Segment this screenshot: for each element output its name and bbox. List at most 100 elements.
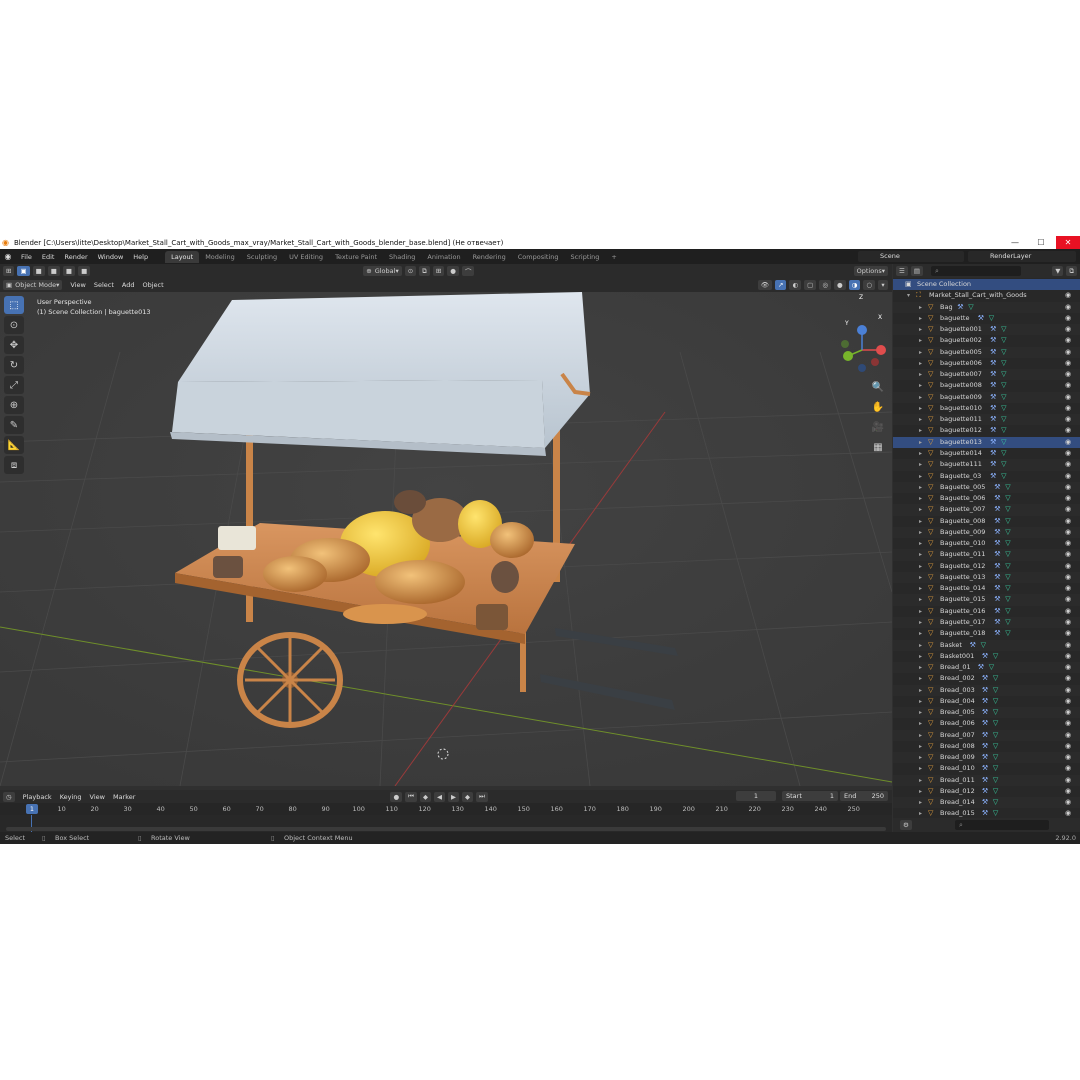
eye-icon[interactable]: ◉ bbox=[1065, 594, 1071, 605]
outliner-item[interactable]: ▸ ▽ Bread_005 ⚒ ▽ ◉ bbox=[893, 707, 1080, 719]
tab-scripting[interactable]: Scripting bbox=[565, 251, 606, 263]
mesh-data-icon[interactable]: ▽ bbox=[1005, 617, 1010, 628]
menu-edit[interactable]: Edit bbox=[37, 253, 60, 261]
expand-arrow-icon[interactable]: ▸ bbox=[919, 763, 922, 774]
camera-view-icon[interactable]: 🎥 bbox=[870, 420, 886, 436]
modifier-icon[interactable]: ⚒ bbox=[990, 425, 996, 436]
modifier-icon[interactable]: ⚒ bbox=[957, 302, 963, 313]
expand-arrow-icon[interactable]: ▸ bbox=[919, 493, 922, 504]
add-cube-tool-icon[interactable]: ⧈ bbox=[4, 456, 24, 474]
jump-start-icon[interactable]: ⏮ bbox=[405, 791, 417, 802]
eye-icon[interactable]: ◉ bbox=[1065, 347, 1071, 358]
modifier-icon[interactable]: ⚒ bbox=[990, 459, 996, 470]
eye-icon[interactable]: ◉ bbox=[1065, 380, 1071, 391]
shading-rendered-icon[interactable]: ○ bbox=[863, 280, 875, 290]
current-frame-marker[interactable]: 1 bbox=[26, 804, 38, 814]
outliner-item[interactable]: ▸ ▽ Bread_014 ⚒ ▽ ◉ bbox=[893, 797, 1080, 809]
expand-arrow-icon[interactable]: ▸ bbox=[919, 640, 922, 651]
expand-arrow-icon[interactable]: ▸ bbox=[919, 538, 922, 549]
eye-icon[interactable]: ◉ bbox=[1065, 662, 1071, 673]
select-box-icon[interactable]: ▣ bbox=[17, 266, 30, 276]
eye-icon[interactable]: ◉ bbox=[1065, 504, 1071, 515]
mesh-data-icon[interactable]: ▽ bbox=[993, 775, 998, 786]
tab-layout[interactable]: Layout bbox=[165, 250, 200, 263]
eye-icon[interactable]: ◉ bbox=[1065, 640, 1071, 651]
eye-icon[interactable]: ◉ bbox=[1065, 786, 1071, 797]
outliner-item[interactable]: ▸ ▽ Bread_002 ⚒ ▽ ◉ bbox=[893, 673, 1080, 684]
outliner-item[interactable]: ▸ ▽ baguette010 ⚒ ▽ ◉ bbox=[893, 403, 1080, 414]
expand-arrow-icon[interactable]: ▸ bbox=[919, 696, 922, 707]
rotate-tool-icon[interactable]: ↻ bbox=[4, 356, 24, 374]
mesh-data-icon[interactable]: ▽ bbox=[1001, 335, 1006, 346]
add-workspace-button[interactable]: + bbox=[605, 251, 622, 263]
outliner-item[interactable]: ▸ ▽ Basket ⚒ ▽ ◉ bbox=[893, 639, 1080, 651]
mesh-data-icon[interactable]: ▽ bbox=[993, 685, 998, 696]
mesh-data-icon[interactable]: ▽ bbox=[1001, 358, 1006, 369]
outliner-item[interactable]: ▸ ▽ Bread_009 ⚒ ▽ ◉ bbox=[893, 752, 1080, 764]
mesh-data-icon[interactable]: ▽ bbox=[1001, 437, 1006, 448]
modifier-icon[interactable]: ⚒ bbox=[990, 448, 996, 459]
eye-icon[interactable]: ◉ bbox=[1065, 313, 1071, 324]
mesh-data-icon[interactable]: ▽ bbox=[993, 797, 998, 808]
mesh-data-icon[interactable]: ▽ bbox=[1005, 504, 1010, 515]
menu-help[interactable]: Help bbox=[128, 253, 153, 261]
shading-solid-icon[interactable]: ● bbox=[833, 280, 846, 290]
modifier-icon[interactable]: ⚒ bbox=[994, 504, 1000, 515]
modifier-icon[interactable]: ⚒ bbox=[994, 628, 1000, 639]
expand-arrow-icon[interactable]: ▸ bbox=[919, 673, 922, 684]
eye-icon[interactable]: ◉ bbox=[1065, 459, 1071, 470]
tab-shading[interactable]: Shading bbox=[383, 251, 421, 263]
outliner-item[interactable]: ▸ ▽ Baguette_018 ⚒ ▽ ◉ bbox=[893, 628, 1080, 639]
proportional-falloff-icon[interactable]: ⌒ bbox=[461, 266, 475, 276]
expand-arrow-icon[interactable]: ▸ bbox=[919, 662, 922, 673]
mesh-data-icon[interactable]: ▽ bbox=[1001, 425, 1006, 436]
timeline-editor-icon[interactable]: ◷ bbox=[3, 791, 15, 802]
expand-arrow-icon[interactable]: ▸ bbox=[919, 617, 922, 628]
outliner-item[interactable]: ▸ ▽ baguette002 ⚒ ▽ ◉ bbox=[893, 335, 1080, 346]
expand-arrow-icon[interactable]: ▸ bbox=[919, 606, 922, 617]
select-tool-icon[interactable]: ⬚ bbox=[4, 296, 24, 314]
eye-icon[interactable]: ◉ bbox=[1065, 437, 1071, 448]
mesh-data-icon[interactable]: ▽ bbox=[1001, 459, 1006, 470]
snap-icon[interactable]: ⧉ bbox=[419, 266, 430, 276]
mesh-data-icon[interactable]: ▽ bbox=[1001, 448, 1006, 459]
tab-animation[interactable]: Animation bbox=[421, 251, 466, 263]
mesh-data-icon[interactable]: ▽ bbox=[1001, 380, 1006, 391]
modifier-icon[interactable]: ⚒ bbox=[994, 617, 1000, 628]
outliner-item[interactable]: ▸ ▽ Bread_01 ⚒ ▽ ◉ bbox=[893, 662, 1080, 674]
expand-arrow-icon[interactable]: ▸ bbox=[919, 741, 922, 752]
mesh-data-icon[interactable]: ▽ bbox=[993, 651, 998, 662]
modifier-icon[interactable]: ⚒ bbox=[994, 561, 1000, 572]
eye-icon[interactable]: ◉ bbox=[1065, 290, 1071, 301]
expand-arrow-icon[interactable]: ▸ bbox=[919, 516, 922, 527]
outliner-item[interactable]: ▸ ▽ Baguette_010 ⚒ ▽ ◉ bbox=[893, 538, 1080, 549]
expand-arrow-icon[interactable]: ▾ bbox=[907, 290, 910, 301]
outliner-item[interactable]: ▸ ▽ baguette009 ⚒ ▽ ◉ bbox=[893, 391, 1080, 403]
pan-hand-icon[interactable]: ✋ bbox=[870, 400, 886, 416]
outliner-item[interactable]: ▸ ▽ baguette011 ⚒ ▽ ◉ bbox=[893, 414, 1080, 426]
outliner-item[interactable]: ▸ ▽ Baguette_013 ⚒ ▽ ◉ bbox=[893, 571, 1080, 584]
outliner-item[interactable]: ▸ ▽ baguette111 ⚒ ▽ ◉ bbox=[893, 459, 1080, 471]
eye-icon[interactable]: ◉ bbox=[1065, 696, 1071, 707]
outliner-item[interactable]: ▸ ▽ Bread_003 ⚒ ▽ ◉ bbox=[893, 684, 1080, 696]
blender-menu-icon[interactable]: ◉ bbox=[0, 252, 16, 261]
mesh-data-icon[interactable]: ▽ bbox=[1005, 538, 1010, 549]
mesh-data-icon[interactable]: ▽ bbox=[989, 662, 994, 673]
modifier-icon[interactable]: ⚒ bbox=[982, 696, 988, 707]
modifier-icon[interactable]: ⚒ bbox=[990, 358, 996, 369]
outliner-item[interactable]: ▸ ▽ baguette006 ⚒ ▽ ◉ bbox=[893, 358, 1080, 369]
select-mode-subtract-icon[interactable]: ■ bbox=[62, 266, 76, 276]
modifier-icon[interactable]: ⚒ bbox=[982, 797, 988, 808]
modifier-icon[interactable]: ⚒ bbox=[994, 516, 1000, 527]
mesh-data-icon[interactable]: ▽ bbox=[993, 763, 998, 774]
expand-arrow-icon[interactable]: ▸ bbox=[919, 786, 922, 797]
outliner-item[interactable]: ▸ ▽ Baguette_006 ⚒ ▽ ◉ bbox=[893, 493, 1080, 504]
outliner-item[interactable]: ▸ ▽ Bag ⚒ ▽ ◉ bbox=[893, 301, 1080, 313]
marker-menu[interactable]: Marker bbox=[113, 793, 135, 801]
outliner-item[interactable]: ▸ ▽ Bread_007 ⚒ ▽ ◉ bbox=[893, 729, 1080, 741]
tab-compositing[interactable]: Compositing bbox=[512, 251, 565, 263]
eye-icon[interactable]: ◉ bbox=[1065, 493, 1071, 504]
mesh-data-icon[interactable]: ▽ bbox=[1005, 516, 1010, 527]
transform-tool-icon[interactable]: ⊕ bbox=[4, 396, 24, 414]
outliner-item[interactable]: ▸ ▽ baguette008 ⚒ ▽ ◉ bbox=[893, 380, 1080, 391]
